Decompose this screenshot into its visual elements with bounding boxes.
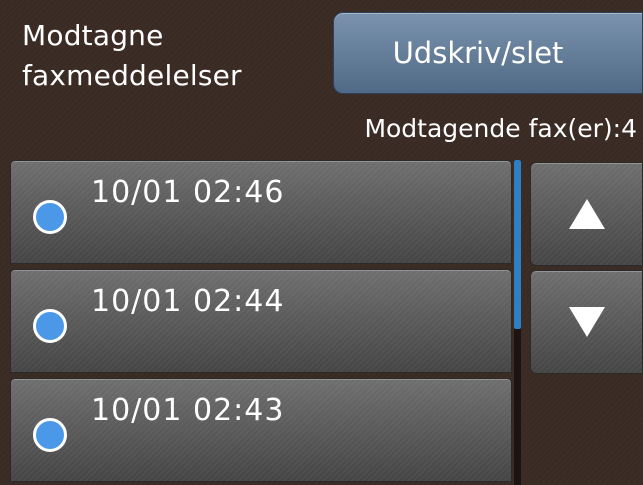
scroll-down-button[interactable] (530, 270, 643, 374)
down-arrow-icon (568, 307, 605, 337)
unread-dot-icon (33, 309, 67, 343)
fax-received-screen: Modtagne faxmeddelelser Udskriv/slet Mod… (0, 0, 643, 485)
scrollbar[interactable] (514, 160, 521, 485)
fax-time: 10/01 02:44 (91, 284, 285, 319)
fax-list: 10/01 02:46 10/01 02:44 10/01 02:43 (10, 160, 512, 485)
fax-time: 10/01 02:46 (91, 175, 285, 210)
print-delete-button[interactable]: Udskriv/slet (333, 12, 643, 94)
fax-list-item[interactable]: 10/01 02:44 (10, 269, 512, 373)
page-title: Modtagne faxmeddelelser (22, 19, 242, 92)
fax-count-label: Modtagende fax(er):4 (364, 114, 637, 143)
fax-list-item[interactable]: 10/01 02:43 (10, 378, 512, 482)
up-arrow-icon (568, 199, 605, 229)
fax-time: 10/01 02:43 (91, 393, 285, 428)
unread-dot-icon (33, 200, 67, 234)
scroll-up-button[interactable] (530, 162, 643, 266)
scrollbar-thumb[interactable] (514, 160, 521, 329)
unread-dot-icon (33, 418, 67, 452)
fax-list-item[interactable]: 10/01 02:46 (10, 160, 512, 264)
